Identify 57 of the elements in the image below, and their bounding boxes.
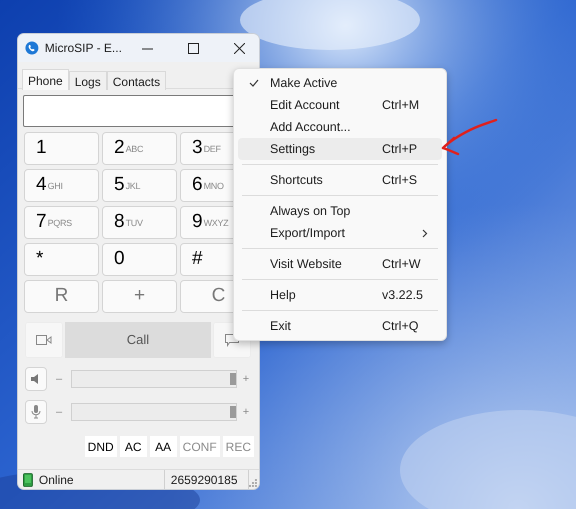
video-call-button[interactable] xyxy=(25,322,63,358)
plus-label: + xyxy=(242,404,250,420)
resize-grip-icon[interactable] xyxy=(249,479,257,487)
tab[interactable]: Contacts xyxy=(106,71,166,90)
minus-label: – xyxy=(54,372,64,387)
shortcut-text: Ctrl+Q xyxy=(382,318,418,333)
toggle-button[interactable]: AA xyxy=(150,436,177,457)
microphone-slider[interactable] xyxy=(71,403,237,421)
account-number: 2659290185 xyxy=(170,472,239,488)
shortcut-text: v3.22.5 xyxy=(382,288,424,302)
menu-item[interactable]: Make Active xyxy=(238,72,442,94)
tab[interactable]: Phone xyxy=(22,69,69,90)
keypad-key[interactable]: * xyxy=(24,243,99,276)
menu-label: Help xyxy=(270,286,297,304)
status-text: Online xyxy=(38,472,75,488)
menu-item[interactable]: Edit Account Ctrl+M xyxy=(238,94,442,116)
tab[interactable]: Logs xyxy=(68,71,107,90)
menu-label: Visit Website xyxy=(270,256,343,273)
speaker-icon[interactable] xyxy=(25,367,47,391)
shortcut-text: Ctrl+P xyxy=(382,142,418,156)
plus-label: + xyxy=(242,372,250,387)
menu-label: Shortcuts xyxy=(270,172,324,189)
menu-label: Export/Import xyxy=(270,224,346,242)
online-status-icon xyxy=(23,472,33,486)
keypad-key[interactable]: 5JKL xyxy=(102,169,177,202)
annotation-arrow xyxy=(440,117,498,157)
menu-label: Always on Top xyxy=(270,202,352,220)
phone-logo-icon xyxy=(25,40,39,56)
slider-thumb[interactable] xyxy=(230,373,236,385)
shortcut-text: Ctrl+S xyxy=(382,172,418,187)
menu-item[interactable]: Settings Ctrl+P xyxy=(238,138,442,160)
menu-item[interactable]: Exit Ctrl+Q xyxy=(238,315,442,337)
window-title: MicroSIP - E... xyxy=(44,40,122,57)
minus-label: – xyxy=(54,404,64,420)
menu-label: Add Account... xyxy=(270,118,352,136)
speaker-slider[interactable] xyxy=(71,370,237,388)
menu-label: Edit Account xyxy=(270,96,340,114)
keypad-key[interactable]: + xyxy=(102,280,177,313)
shortcut-text: Ctrl+W xyxy=(382,256,421,271)
maximize-icon xyxy=(188,42,199,54)
menu-label: Exit xyxy=(270,318,292,335)
microphone-icon[interactable] xyxy=(25,400,47,424)
keypad-key[interactable]: 0 xyxy=(102,243,177,276)
slider-thumb[interactable] xyxy=(230,406,236,418)
keypad-key[interactable]: 1 xyxy=(24,132,99,165)
keypad-key[interactable]: 8TUV xyxy=(102,206,177,239)
video-camera-icon xyxy=(36,335,52,345)
keypad-key[interactable]: 2ABC xyxy=(102,132,177,165)
toggle-button[interactable]: AC xyxy=(120,436,147,457)
shortcut-text: Ctrl+M xyxy=(382,98,420,112)
keypad-key[interactable]: 4 GHI xyxy=(24,169,99,202)
keypad-key[interactable]: 7 PQRS xyxy=(24,206,99,239)
keypad-key[interactable]: R xyxy=(24,280,99,313)
toggle-button[interactable]: DND xyxy=(84,436,117,457)
menu-label: Make Active xyxy=(270,74,338,92)
close-icon xyxy=(234,42,245,54)
menu-label: Settings xyxy=(270,140,316,158)
